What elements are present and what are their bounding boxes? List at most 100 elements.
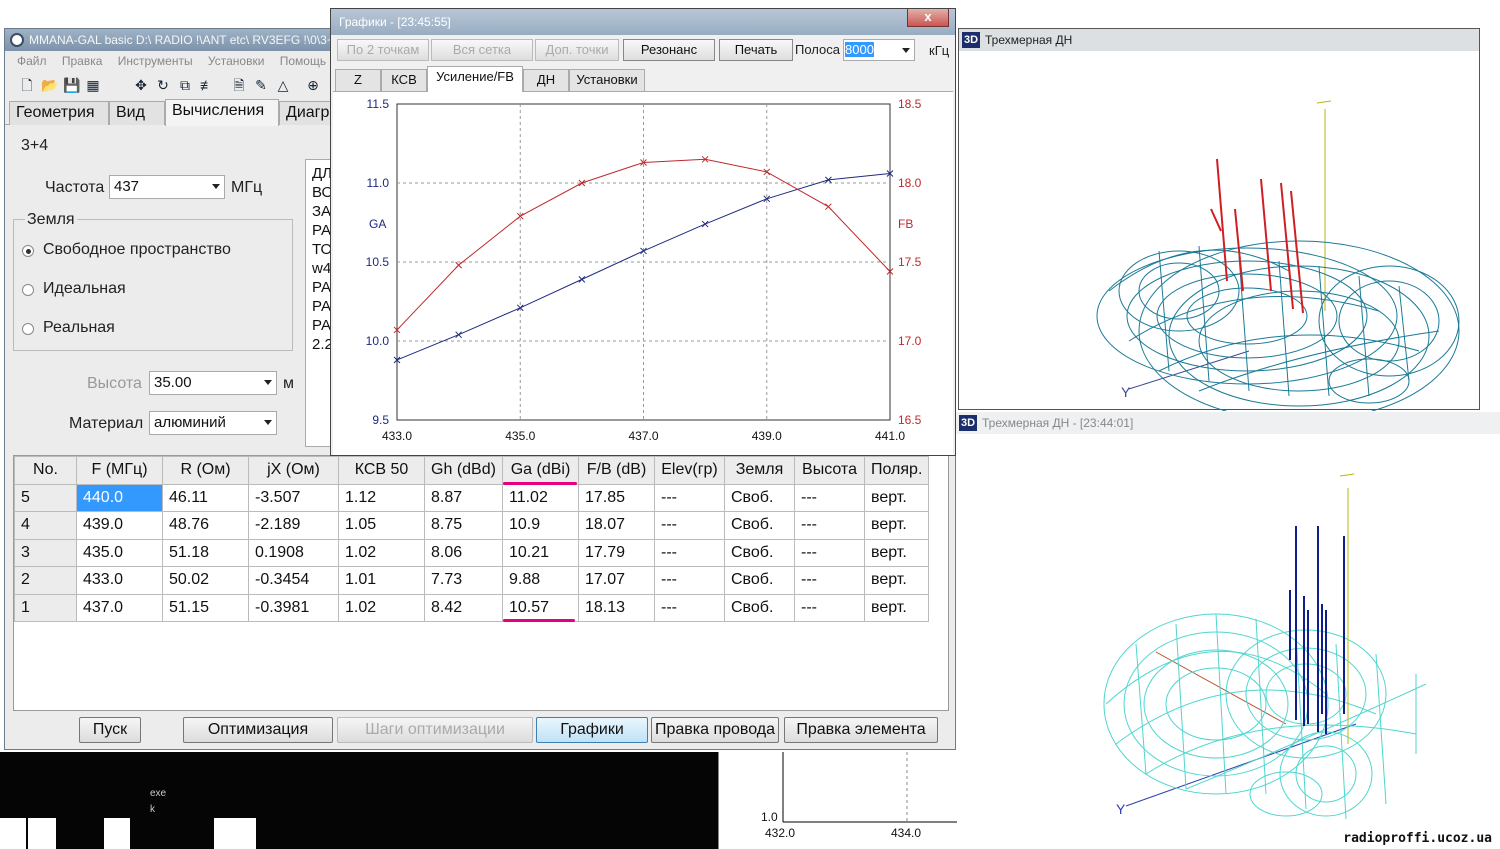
move-icon[interactable]: ✥	[133, 77, 149, 93]
table-cell[interactable]: 8.06	[424, 538, 503, 567]
table-cell[interactable]: ---	[654, 593, 725, 622]
edit-element-button[interactable]: Правка элемента	[784, 717, 938, 743]
table-row[interactable]: 4 439.0 48.76 -2.189 1.05 8.75 10.9 18.07 --- Сво…	[14, 511, 930, 540]
table-cell[interactable]: 1.05	[338, 511, 425, 540]
save-icon[interactable]: 💾	[63, 77, 80, 93]
table-cell[interactable]: 10.21	[502, 538, 579, 567]
table-cell[interactable]: 440.0	[76, 483, 163, 512]
col-no[interactable]: No.	[14, 456, 77, 485]
table-cell[interactable]: 17.07	[578, 566, 655, 595]
table-cell[interactable]: ---	[654, 511, 725, 540]
menu-help[interactable]: Помощь	[268, 51, 326, 68]
table-cell[interactable]: Своб.	[724, 593, 795, 622]
table-cell[interactable]: 1.02	[338, 538, 425, 567]
row-number-cell[interactable]: 4	[14, 511, 77, 540]
table-cell[interactable]: верт.	[863, 538, 930, 567]
tab-diagram[interactable]: Диагр	[279, 101, 335, 125]
table-cell[interactable]: верт.	[863, 511, 930, 540]
table-cell[interactable]: 0.1908	[248, 538, 339, 567]
col-fb[interactable]: F/B (dB)	[578, 456, 655, 485]
radio-free-space[interactable]	[22, 245, 34, 257]
col-swr[interactable]: КСВ 50	[338, 456, 425, 485]
table-cell[interactable]: 10.9	[502, 511, 579, 540]
start-button[interactable]: Пуск	[79, 717, 141, 743]
row-number-cell[interactable]: 5	[14, 483, 77, 512]
new-file-icon[interactable]: 🗋	[19, 77, 35, 93]
table-cell[interactable]: 11.02	[502, 483, 579, 512]
table-cell[interactable]: 1.12	[338, 483, 425, 512]
table-cell[interactable]: 51.15	[162, 593, 249, 622]
radio-real[interactable]	[22, 323, 34, 335]
table-cell[interactable]: ---	[654, 566, 725, 595]
table-cell[interactable]: 10.57	[502, 593, 579, 622]
table-cell[interactable]: 18.07	[578, 511, 655, 540]
col-elev[interactable]: Elev(гр)	[654, 456, 725, 485]
col-polar[interactable]: Поляр.	[863, 456, 930, 485]
table-cell[interactable]: верт.	[863, 483, 930, 512]
two-points-button[interactable]: По 2 точкам	[337, 39, 429, 61]
table-row[interactable]: 2 433.0 50.02 -0.3454 1.01 7.73 9.88 17.07 --- Св…	[14, 566, 930, 595]
row-number-cell[interactable]: 2	[14, 566, 77, 595]
table-cell[interactable]: 1.02	[338, 593, 425, 622]
band-combo[interactable]: 8000	[843, 39, 915, 61]
full-grid-button[interactable]: Вся сетка	[431, 39, 533, 61]
wires-icon[interactable]: ≢	[199, 77, 215, 93]
radio-perfect[interactable]	[22, 284, 34, 296]
menu-file[interactable]: Файл	[5, 51, 47, 68]
height-combo[interactable]: 35.00	[149, 371, 277, 395]
table-cell[interactable]: 439.0	[76, 511, 163, 540]
rotate-icon[interactable]: ↻	[155, 77, 171, 93]
tab-z[interactable]: Z	[335, 69, 381, 91]
table-cell[interactable]: Своб.	[724, 566, 795, 595]
table-cell[interactable]: 48.76	[162, 511, 249, 540]
col-gh[interactable]: Gh (dBd)	[424, 456, 503, 485]
table-cell[interactable]: ---	[654, 483, 725, 512]
col-r[interactable]: R (Ом)	[162, 456, 249, 485]
results-table-container[interactable]: No. F (МГц) R (Ом) jX (Ом) КСВ 50 Gh (dB…	[13, 455, 949, 711]
table-cell[interactable]: ---	[794, 538, 865, 567]
print-button[interactable]: Печать	[719, 39, 793, 61]
target-icon[interactable]: ⊕	[305, 77, 321, 93]
table-cell[interactable]: 17.85	[578, 483, 655, 512]
table-cell[interactable]: 18.13	[578, 593, 655, 622]
table-cell[interactable]: 437.0	[76, 593, 163, 622]
tab-pattern[interactable]: ДН	[523, 69, 569, 91]
table-cell[interactable]: ---	[654, 538, 725, 567]
open-folder-icon[interactable]: 📂	[41, 77, 58, 93]
tab-gain-fb[interactable]: Усиление/FB	[427, 66, 523, 92]
table-cell[interactable]: 1.01	[338, 566, 425, 595]
table-cell[interactable]: ---	[794, 593, 865, 622]
menu-settings[interactable]: Установки	[196, 51, 264, 68]
table-cell[interactable]: Своб.	[724, 483, 795, 512]
menu-edit[interactable]: Правка	[50, 51, 103, 68]
table-cell[interactable]: 51.18	[162, 538, 249, 567]
resonance-button[interactable]: Резонанс	[623, 39, 715, 61]
table-cell[interactable]: 8.87	[424, 483, 503, 512]
triangle-icon[interactable]: △	[275, 77, 291, 93]
table-cell[interactable]: -3.507	[248, 483, 339, 512]
tab-settings[interactable]: Установки	[569, 69, 645, 91]
table-cell[interactable]: 46.11	[162, 483, 249, 512]
col-jx[interactable]: jX (Ом)	[248, 456, 339, 485]
tab-swr[interactable]: КСВ	[381, 69, 427, 91]
table-cell[interactable]: 9.88	[502, 566, 579, 595]
material-combo[interactable]: алюминий	[149, 411, 277, 435]
table-cell[interactable]: 7.73	[424, 566, 503, 595]
page-icon[interactable]: 🗎	[231, 77, 247, 93]
tab-calculation[interactable]: Вычисления	[165, 99, 279, 126]
table-cell[interactable]: 435.0	[76, 538, 163, 567]
table-cell[interactable]: 50.02	[162, 566, 249, 595]
table-cell[interactable]: 17.79	[578, 538, 655, 567]
table-cell[interactable]: 8.75	[424, 511, 503, 540]
extra-points-button[interactable]: Доп. точки	[535, 39, 619, 61]
table-cell[interactable]: верт.	[863, 566, 930, 595]
table-cell[interactable]: Своб.	[724, 511, 795, 540]
table-cell[interactable]: -0.3981	[248, 593, 339, 622]
row-number-cell[interactable]: 3	[14, 538, 77, 567]
menu-tools[interactable]: Инструменты	[106, 51, 193, 68]
tab-geometry[interactable]: Геометрия	[9, 101, 109, 125]
table-cell[interactable]: -0.3454	[248, 566, 339, 595]
close-button[interactable]: x	[907, 9, 949, 27]
table-cell[interactable]: ---	[794, 511, 865, 540]
col-ground[interactable]: Земля	[724, 456, 795, 485]
